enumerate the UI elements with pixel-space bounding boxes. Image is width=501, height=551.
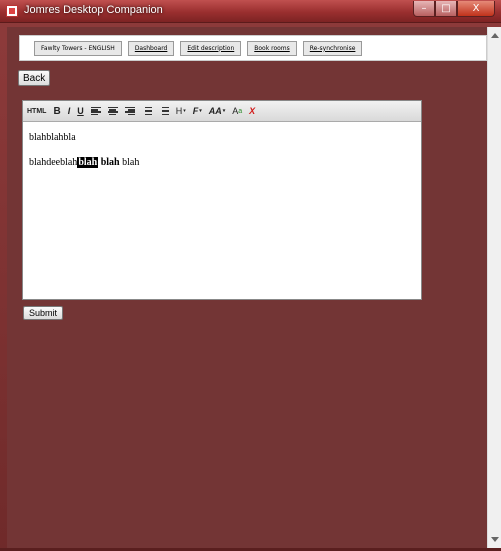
back-button[interactable]: Back [18,70,51,86]
font-size-dropdown-button[interactable]: AA ▾ [209,106,226,116]
nav-bar: Fawlty Towers - ENGLISH Dashboard Edit d… [19,35,487,61]
rich-text-editor: HTML B I U H ▾ F ▾ AA ▾ Aa X blahblahbla bl… [22,100,422,300]
underline-button[interactable]: U [77,106,84,116]
italic-button[interactable]: I [68,106,71,116]
minimize-button[interactable]: – [413,1,435,17]
align-center-icon[interactable] [107,107,118,115]
bold-text: blah [100,157,120,168]
content-line-1: blahblahbla [29,132,76,143]
vertical-scrollbar[interactable] [487,27,501,548]
nav-item-property[interactable]: Fawlty Towers - ENGLISH [34,40,122,56]
remove-format-button[interactable]: X [249,106,255,116]
ordered-list-icon[interactable] [142,107,152,115]
editor-content[interactable]: blahblahbla blahdeeblahblah blah blah [23,122,421,192]
nav-item-dashboard[interactable]: Dashboard [127,40,175,56]
font-color-swatch-icon: a [238,107,243,115]
font-color-button[interactable]: Aa [232,106,242,116]
submit-button[interactable]: Submit [23,306,64,320]
app-window: Jomres Desktop Companion – □ X Fawlty To… [0,0,501,551]
content-text: blah [122,157,140,168]
font-family-label: F [192,106,199,116]
nav-item-resynchronise[interactable]: Re-synchronise [302,40,363,56]
selected-text: blah [77,157,99,168]
bold-button[interactable]: B [53,106,60,117]
app-icon [6,5,18,17]
align-right-icon[interactable] [124,107,135,115]
heading-label: H [175,106,183,116]
align-left-icon[interactable] [90,107,101,115]
scroll-up-icon[interactable] [491,33,499,38]
title-bar[interactable]: Jomres Desktop Companion – □ X [0,0,501,23]
scroll-down-icon[interactable] [491,537,499,542]
maximize-button[interactable]: □ [435,1,457,17]
html-mode-button[interactable]: HTML [27,108,46,115]
font-size-label: AA [208,106,222,116]
font-family-dropdown-button[interactable]: F ▾ [193,106,202,116]
window-controls: – □ X [413,1,495,17]
heading-dropdown-button[interactable]: H ▾ [176,106,186,116]
nav-item-book-rooms[interactable]: Book rooms [247,40,297,56]
client-area: Fawlty Towers - ENGLISH Dashboard Edit d… [7,27,488,548]
editor-toolbar: HTML B I U H ▾ F ▾ AA ▾ Aa X [23,101,421,122]
close-button[interactable]: X [457,1,495,17]
unordered-list-icon[interactable] [159,107,169,115]
content-text: blahdeeblah [29,157,78,168]
nav-item-edit-description[interactable]: Edit description [180,40,242,56]
content-line-2: blahdeeblahblah blah blah [29,157,415,168]
window-title: Jomres Desktop Companion [24,4,163,16]
